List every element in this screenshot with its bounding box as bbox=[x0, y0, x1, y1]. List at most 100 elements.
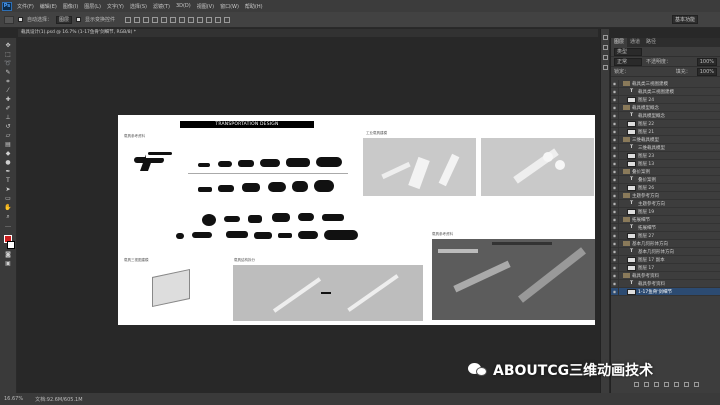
quick-select-tool-icon[interactable]: ✎ bbox=[4, 69, 13, 76]
auto-select-checkbox[interactable] bbox=[18, 17, 23, 22]
type-tool-icon[interactable]: T bbox=[4, 177, 13, 184]
menu-window[interactable]: 窗口(W) bbox=[220, 3, 239, 10]
dodge-tool-icon[interactable]: ● bbox=[4, 159, 13, 166]
workspace-dropdown[interactable]: 基本功能 bbox=[672, 15, 698, 24]
layer-row[interactable]: ◉ 图层 13 bbox=[611, 160, 720, 168]
visibility-eye-icon[interactable]: ◉ bbox=[611, 96, 619, 103]
document-canvas[interactable]: TRANSPORTATION DESIGN 载具参考资料 工业载具建模 载具三视… bbox=[118, 115, 595, 325]
menu-file[interactable]: 文件(F) bbox=[17, 3, 34, 10]
crop-tool-icon[interactable]: ⌗ bbox=[4, 78, 13, 85]
add-mask-icon[interactable] bbox=[653, 382, 659, 387]
visibility-eye-icon[interactable]: ◉ bbox=[611, 192, 619, 199]
menu-type[interactable]: 文字(Y) bbox=[107, 3, 124, 10]
move-tool-preset-icon[interactable] bbox=[4, 15, 14, 24]
hand-tool-icon[interactable]: ✋ bbox=[4, 204, 13, 211]
brush-tool-icon[interactable]: ✐ bbox=[4, 105, 13, 112]
layer-row[interactable]: ◉ 图层 23 bbox=[611, 152, 720, 160]
history-brush-tool-icon[interactable]: ↺ bbox=[4, 123, 13, 130]
layer-kind-dropdown[interactable]: 类型 bbox=[614, 47, 642, 56]
layer-row[interactable]: ◉ 图层 24 bbox=[611, 96, 720, 104]
align-middle-icon[interactable] bbox=[134, 16, 141, 23]
fill-field[interactable]: 100% bbox=[696, 67, 717, 76]
visibility-eye-icon[interactable]: ◉ bbox=[611, 88, 619, 95]
menu-image[interactable]: 图像(I) bbox=[63, 3, 78, 10]
eyedropper-tool-icon[interactable]: ⁄ bbox=[4, 87, 13, 94]
layer-row[interactable]: ◉ T 三维载具模型 bbox=[611, 144, 720, 152]
menu-filter[interactable]: 滤镜(T) bbox=[153, 3, 170, 10]
layer-group-row[interactable]: ◉ 载具模型概念 bbox=[611, 104, 720, 112]
visibility-eye-icon[interactable]: ◉ bbox=[611, 224, 619, 231]
align-bottom-icon[interactable] bbox=[143, 16, 150, 23]
layer-group-row[interactable]: ◉ 基本几何形体方向 bbox=[611, 240, 720, 248]
visibility-eye-icon[interactable]: ◉ bbox=[611, 232, 619, 239]
layer-row[interactable]: ◉ 图层 26 bbox=[611, 184, 720, 192]
layer-row[interactable]: ◉ 1-17鱼骨'剑细节 bbox=[611, 288, 720, 296]
properties-panel-icon[interactable] bbox=[602, 45, 608, 50]
menu-edit[interactable]: 编辑(E) bbox=[40, 3, 57, 10]
visibility-eye-icon[interactable]: ◉ bbox=[611, 168, 619, 175]
align-center-icon[interactable] bbox=[161, 16, 168, 23]
clone-stamp-tool-icon[interactable]: ⊥ bbox=[4, 114, 13, 121]
layer-row[interactable]: ◉ T 载具类三视图建模 bbox=[611, 88, 720, 96]
distribute-center-icon[interactable] bbox=[215, 16, 222, 23]
visibility-eye-icon[interactable]: ◉ bbox=[611, 152, 619, 159]
visibility-eye-icon[interactable]: ◉ bbox=[611, 272, 619, 279]
distribute-top-icon[interactable] bbox=[179, 16, 186, 23]
document-tab[interactable]: 载具设计(1).psd @ 16.7% (1-17鱼骨'剑细节, RGB/8) … bbox=[18, 29, 598, 37]
screen-mode-icon[interactable]: ▣ bbox=[4, 260, 13, 267]
healing-brush-tool-icon[interactable]: ✚ bbox=[4, 96, 13, 103]
adjustment-layer-icon[interactable] bbox=[663, 382, 669, 387]
history-panel-icon[interactable] bbox=[602, 35, 608, 40]
distribute-bottom-icon[interactable] bbox=[197, 16, 204, 23]
layer-row[interactable]: ◉ 图层 21 bbox=[611, 128, 720, 136]
align-left-icon[interactable] bbox=[152, 16, 159, 23]
visibility-eye-icon[interactable]: ◉ bbox=[611, 128, 619, 135]
layer-row[interactable]: ◉ T 基本几何形体方向 bbox=[611, 248, 720, 256]
new-group-icon[interactable] bbox=[673, 382, 679, 387]
menu-3d[interactable]: 3D(D) bbox=[176, 3, 191, 9]
layer-row[interactable]: ◉ T 拓展细节 bbox=[611, 224, 720, 232]
marquee-tool-icon[interactable]: ⬚ bbox=[4, 51, 13, 58]
visibility-eye-icon[interactable]: ◉ bbox=[611, 136, 619, 143]
path-selection-tool-icon[interactable]: ➤ bbox=[4, 186, 13, 193]
visibility-eye-icon[interactable]: ◉ bbox=[611, 184, 619, 191]
layer-row[interactable]: ◉ 图层 17 副本 bbox=[611, 256, 720, 264]
visibility-eye-icon[interactable]: ◉ bbox=[611, 104, 619, 111]
layer-group-row[interactable]: ◉ 载具类三视图建模 bbox=[611, 80, 720, 88]
visibility-eye-icon[interactable]: ◉ bbox=[611, 288, 619, 295]
gradient-tool-icon[interactable]: ▤ bbox=[4, 141, 13, 148]
visibility-eye-icon[interactable]: ◉ bbox=[611, 176, 619, 183]
background-color-swatch[interactable] bbox=[7, 241, 15, 249]
character-panel-icon[interactable] bbox=[602, 55, 608, 60]
visibility-eye-icon[interactable]: ◉ bbox=[611, 120, 619, 127]
blur-tool-icon[interactable]: ◆ bbox=[4, 150, 13, 157]
visibility-eye-icon[interactable]: ◉ bbox=[611, 160, 619, 167]
visibility-eye-icon[interactable]: ◉ bbox=[611, 280, 619, 287]
visibility-eye-icon[interactable]: ◉ bbox=[611, 112, 619, 119]
paragraph-panel-icon[interactable] bbox=[602, 65, 608, 70]
layer-style-icon[interactable] bbox=[643, 382, 649, 387]
layer-row[interactable]: ◉ T 主题参考方向 bbox=[611, 200, 720, 208]
menu-view[interactable]: 视图(V) bbox=[197, 3, 214, 10]
zoom-tool-icon[interactable]: ⌕ bbox=[4, 213, 13, 220]
canvas-area[interactable]: TRANSPORTATION DESIGN 载具参考资料 工业载具建模 载具三视… bbox=[18, 38, 600, 393]
layer-row[interactable]: ◉ 图层 22 bbox=[611, 120, 720, 128]
transform-controls-checkbox[interactable] bbox=[76, 17, 82, 22]
delete-layer-icon[interactable] bbox=[693, 382, 699, 387]
layer-row[interactable]: ◉ T 载具参考资料 bbox=[611, 280, 720, 288]
tab-channels[interactable]: 通道 bbox=[627, 38, 643, 47]
layer-group-row[interactable]: ◉ 载具参考资料 bbox=[611, 272, 720, 280]
layer-row[interactable]: ◉ T 叠价案例 bbox=[611, 176, 720, 184]
menu-help[interactable]: 帮助(H) bbox=[245, 3, 263, 10]
distribute-right-icon[interactable] bbox=[224, 16, 231, 23]
menu-layer[interactable]: 图层(L) bbox=[84, 3, 101, 10]
shape-tool-icon[interactable]: ▭ bbox=[4, 195, 13, 202]
layer-group-row[interactable]: ◉ 叠价案例 bbox=[611, 168, 720, 176]
lasso-tool-icon[interactable]: ➰ bbox=[4, 60, 13, 67]
distribute-middle-icon[interactable] bbox=[188, 16, 195, 23]
layer-row[interactable]: ◉ T 载具模型概念 bbox=[611, 112, 720, 120]
more-tools-icon[interactable]: … bbox=[4, 222, 13, 229]
visibility-eye-icon[interactable]: ◉ bbox=[611, 264, 619, 271]
blend-mode-dropdown[interactable]: 正常 bbox=[614, 57, 642, 66]
auto-select-dropdown[interactable]: 图层 bbox=[56, 15, 73, 24]
